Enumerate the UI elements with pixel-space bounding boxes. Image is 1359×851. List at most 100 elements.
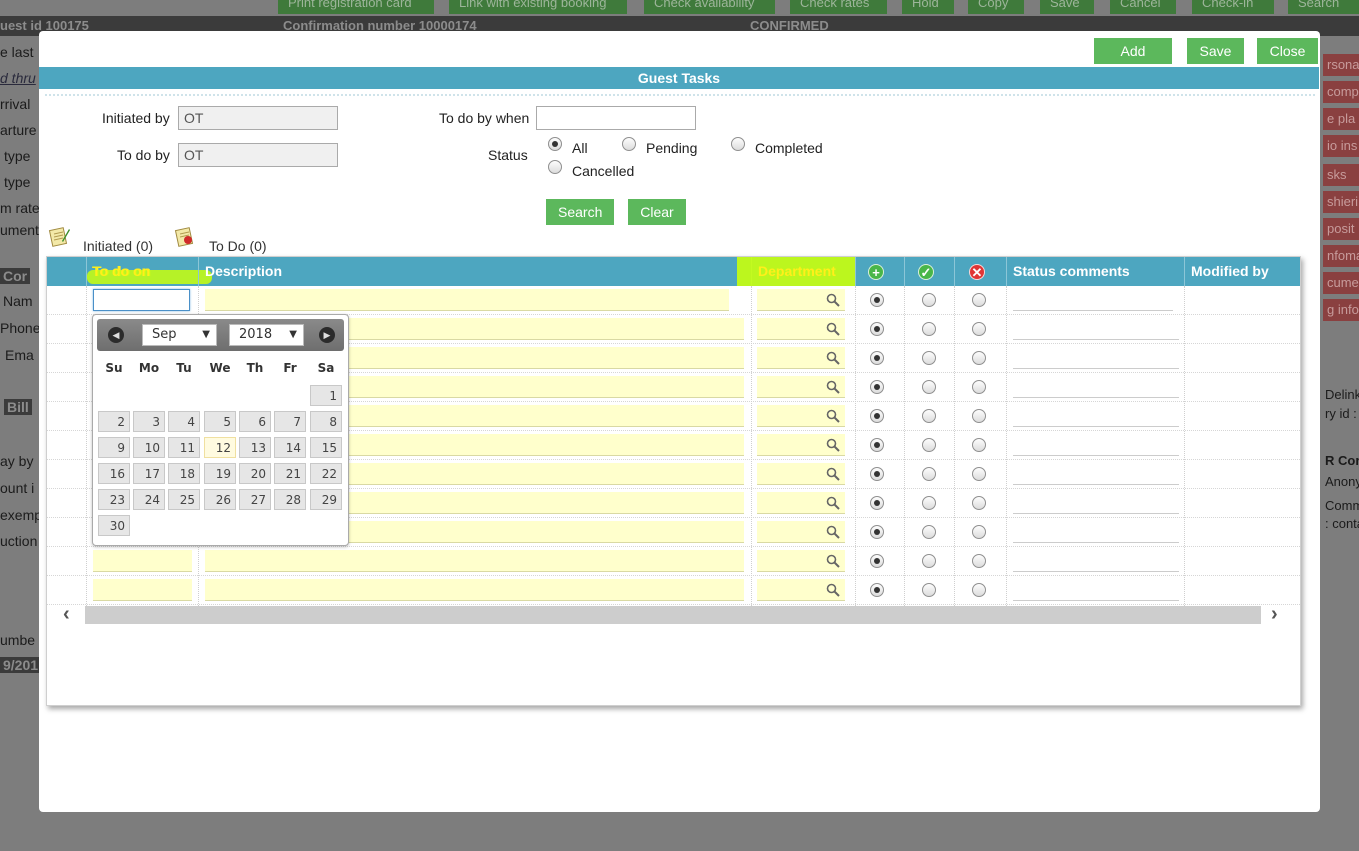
calendar-day[interactable]: 25 [168, 489, 200, 510]
close-button[interactable]: Close [1257, 38, 1318, 64]
task-complete-radio[interactable] [922, 496, 936, 510]
calendar-day[interactable]: 17 [133, 463, 165, 484]
task-cancel-radio[interactable] [972, 583, 986, 597]
search-button[interactable]: Search [546, 199, 614, 225]
to-do-on-input[interactable] [93, 289, 190, 311]
calendar-day[interactable]: 27 [239, 489, 271, 510]
calendar-day[interactable]: 20 [239, 463, 271, 484]
status-comments-input[interactable] [1013, 550, 1179, 572]
department-lookup-search-icon[interactable] [826, 380, 840, 394]
initiated-by-field[interactable] [178, 106, 338, 130]
department-lookup-search-icon[interactable] [826, 525, 840, 539]
scroll-left-icon[interactable]: ‹ [63, 604, 70, 624]
initiated-tab[interactable]: Initiated (0) [83, 238, 153, 254]
calendar-day[interactable]: 9 [98, 437, 130, 458]
column-header-description[interactable]: Description [198, 257, 753, 286]
task-new-radio[interactable] [870, 322, 884, 336]
task-cancel-radio[interactable] [972, 496, 986, 510]
calendar-day[interactable]: 1 [310, 385, 342, 406]
calendar-day[interactable]: 12 [204, 437, 236, 458]
task-cancel-radio[interactable] [972, 293, 986, 307]
calendar-day[interactable]: 10 [133, 437, 165, 458]
description-input[interactable] [205, 289, 729, 311]
task-cancel-radio[interactable] [972, 380, 986, 394]
calendar-day[interactable]: 30 [98, 515, 130, 536]
calendar-day[interactable]: 29 [310, 489, 342, 510]
status-cancelled-radio[interactable] [548, 160, 562, 174]
task-complete-radio[interactable] [922, 554, 936, 568]
scroll-right-icon[interactable]: › [1271, 604, 1278, 624]
clear-button[interactable]: Clear [628, 199, 686, 225]
to-do-by-when-field[interactable] [536, 106, 696, 130]
initiated-notepad-icon[interactable] [48, 225, 70, 247]
task-new-radio[interactable] [870, 351, 884, 365]
column-header-modified-by[interactable]: Modified by [1184, 257, 1300, 286]
calendar-day[interactable]: 8 [310, 411, 342, 432]
task-new-radio[interactable] [870, 438, 884, 452]
department-lookup-search-icon[interactable] [826, 409, 840, 423]
calendar-day[interactable]: 15 [310, 437, 342, 458]
calendar-day[interactable]: 26 [204, 489, 236, 510]
todo-tab[interactable]: To Do (0) [209, 238, 267, 254]
status-comments-input[interactable] [1013, 405, 1179, 427]
task-complete-radio[interactable] [922, 322, 936, 336]
department-lookup-search-icon[interactable] [826, 467, 840, 481]
task-cancel-radio[interactable] [972, 351, 986, 365]
add-task-button[interactable]: Add task [1094, 38, 1172, 85]
to-do-by-field[interactable] [178, 143, 338, 167]
calendar-day[interactable]: 11 [168, 437, 200, 458]
prev-month-icon[interactable]: ◀ [108, 327, 124, 343]
calendar-day[interactable]: 18 [168, 463, 200, 484]
status-comments-input[interactable] [1013, 579, 1179, 601]
department-lookup-search-icon[interactable] [826, 438, 840, 452]
task-complete-radio[interactable] [922, 351, 936, 365]
todo-notepad-icon[interactable] [174, 225, 196, 247]
calendar-day[interactable]: 5 [204, 411, 236, 432]
task-complete-radio[interactable] [922, 380, 936, 394]
task-cancel-radio[interactable] [972, 409, 986, 423]
status-pending-radio[interactable] [622, 137, 636, 151]
department-lookup-search-icon[interactable] [826, 351, 840, 365]
calendar-day[interactable]: 13 [239, 437, 271, 458]
task-new-radio[interactable] [870, 583, 884, 597]
task-complete-radio[interactable] [922, 583, 936, 597]
to-do-on-input[interactable] [93, 550, 192, 572]
task-new-radio[interactable] [870, 409, 884, 423]
task-complete-radio[interactable] [922, 409, 936, 423]
next-month-icon[interactable]: ▶ [319, 327, 335, 343]
calendar-day[interactable]: 6 [239, 411, 271, 432]
status-comments-input[interactable] [1013, 289, 1173, 311]
department-lookup-search-icon[interactable] [826, 293, 840, 307]
calendar-day[interactable]: 23 [98, 489, 130, 510]
task-complete-radio[interactable] [922, 293, 936, 307]
status-comments-input[interactable] [1013, 376, 1179, 398]
status-comments-input[interactable] [1013, 492, 1179, 514]
scrollbar-track[interactable] [85, 606, 1261, 624]
task-new-radio[interactable] [870, 467, 884, 481]
calendar-day[interactable]: 2 [98, 411, 130, 432]
calendar-day[interactable]: 14 [274, 437, 306, 458]
calendar-day[interactable]: 21 [274, 463, 306, 484]
status-comments-input[interactable] [1013, 434, 1179, 456]
horizontal-scrollbar[interactable]: ‹ › [47, 604, 1300, 624]
task-cancel-radio[interactable] [972, 438, 986, 452]
to-do-on-input[interactable] [93, 579, 192, 601]
task-complete-radio[interactable] [922, 438, 936, 452]
department-lookup-search-icon[interactable] [826, 322, 840, 336]
status-comments-input[interactable] [1013, 318, 1179, 340]
calendar-day[interactable]: 22 [310, 463, 342, 484]
save-button[interactable]: Save [1187, 38, 1244, 64]
status-completed-radio[interactable] [731, 137, 745, 151]
calendar-day[interactable]: 19 [204, 463, 236, 484]
calendar-day[interactable]: 7 [274, 411, 306, 432]
task-new-radio[interactable] [870, 496, 884, 510]
status-comments-input[interactable] [1013, 347, 1179, 369]
task-complete-radio[interactable] [922, 525, 936, 539]
calendar-day[interactable]: 16 [98, 463, 130, 484]
calendar-day[interactable]: 24 [133, 489, 165, 510]
calendar-day[interactable]: 4 [168, 411, 200, 432]
task-new-radio[interactable] [870, 525, 884, 539]
calendar-day[interactable]: 3 [133, 411, 165, 432]
task-new-radio[interactable] [870, 380, 884, 394]
calendar-day[interactable]: 28 [274, 489, 306, 510]
